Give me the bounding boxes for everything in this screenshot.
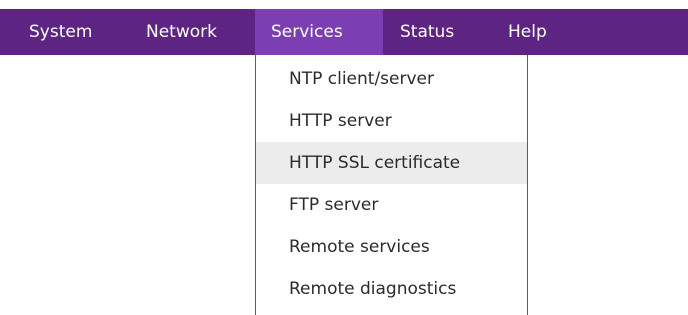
menu-system[interactable]: System bbox=[0, 9, 130, 55]
menu-network[interactable]: Network bbox=[130, 9, 255, 55]
menu-status[interactable]: Status bbox=[383, 9, 491, 55]
dropdown-item-remote-diagnostics-label: Remote diagnostics bbox=[289, 279, 457, 299]
menu-network-label: Network bbox=[146, 22, 217, 42]
menu-system-label: System bbox=[29, 22, 93, 42]
menu-services-label: Services bbox=[271, 22, 343, 42]
dropdown-item-ftp-server[interactable]: FTP server bbox=[256, 184, 527, 226]
main-menubar: System Network Services Status Help bbox=[0, 9, 688, 55]
menu-services[interactable]: Services bbox=[255, 9, 383, 55]
dropdown-item-http-server-label: HTTP server bbox=[289, 111, 392, 131]
dropdown-item-remote-diagnostics[interactable]: Remote diagnostics bbox=[256, 268, 527, 310]
dropdown-item-ntp[interactable]: NTP client/server bbox=[256, 58, 527, 100]
services-dropdown: NTP client/server HTTP server HTTP SSL c… bbox=[255, 55, 528, 315]
dropdown-item-ntp-label: NTP client/server bbox=[289, 69, 434, 89]
dropdown-item-remote-services-label: Remote services bbox=[289, 237, 430, 257]
dropdown-item-http-server[interactable]: HTTP server bbox=[256, 100, 527, 142]
top-strip bbox=[0, 0, 688, 9]
menu-help-label: Help bbox=[508, 22, 547, 42]
dropdown-item-remote-services[interactable]: Remote services bbox=[256, 226, 527, 268]
dropdown-item-http-ssl-label: HTTP SSL certificate bbox=[289, 153, 461, 173]
dropdown-item-ftp-server-label: FTP server bbox=[289, 195, 379, 215]
menu-help[interactable]: Help bbox=[491, 9, 571, 55]
menu-status-label: Status bbox=[400, 22, 455, 42]
dropdown-item-http-ssl[interactable]: HTTP SSL certificate bbox=[256, 142, 527, 184]
